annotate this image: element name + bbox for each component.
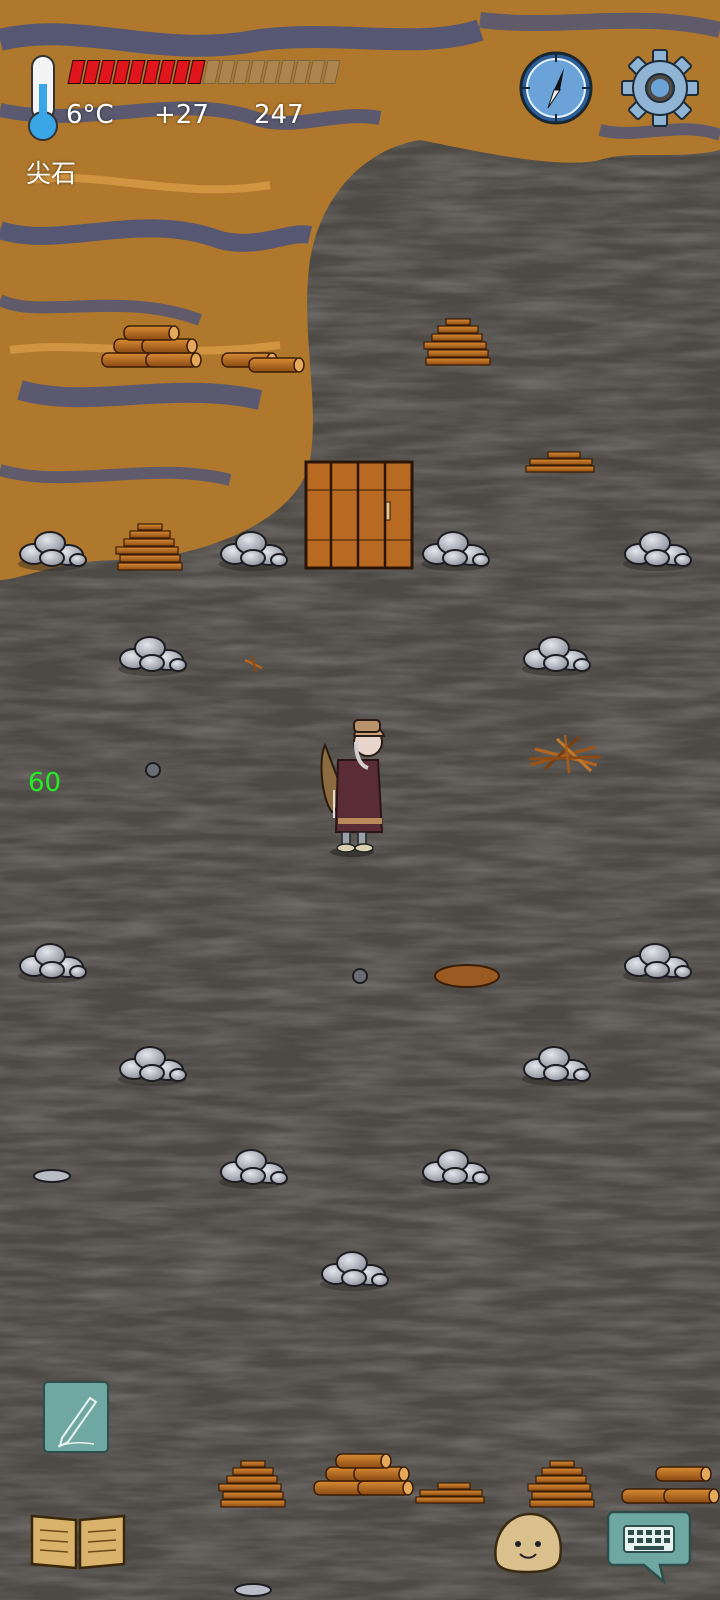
game-world[interactable]: [0, 0, 720, 1600]
thermometer-icon: [26, 54, 60, 144]
small-stone[interactable]: [352, 968, 368, 984]
keyboard-icon[interactable]: [606, 1506, 692, 1588]
food-bonus-readout: +27: [154, 100, 209, 130]
rabbit-fur[interactable]: [434, 964, 500, 988]
temperature-readout: 6°C: [66, 100, 114, 130]
compass-icon[interactable]: [518, 50, 594, 126]
wooden-door[interactable]: [304, 460, 414, 570]
fps-counter: 60: [28, 768, 62, 798]
score-readout: 247: [254, 100, 304, 130]
health-segment-empty: [322, 60, 341, 84]
pencil-icon[interactable]: [42, 1380, 110, 1454]
small-stone[interactable]: [145, 762, 161, 778]
face-icon[interactable]: [490, 1510, 566, 1574]
book-icon[interactable]: [28, 1508, 128, 1572]
flat-stone[interactable]: [33, 1169, 71, 1183]
held-item-label: 尖石: [26, 159, 77, 188]
gear-icon[interactable]: [620, 48, 700, 128]
flat-stone[interactable]: [234, 1583, 272, 1597]
health-bar: [67, 58, 341, 84]
